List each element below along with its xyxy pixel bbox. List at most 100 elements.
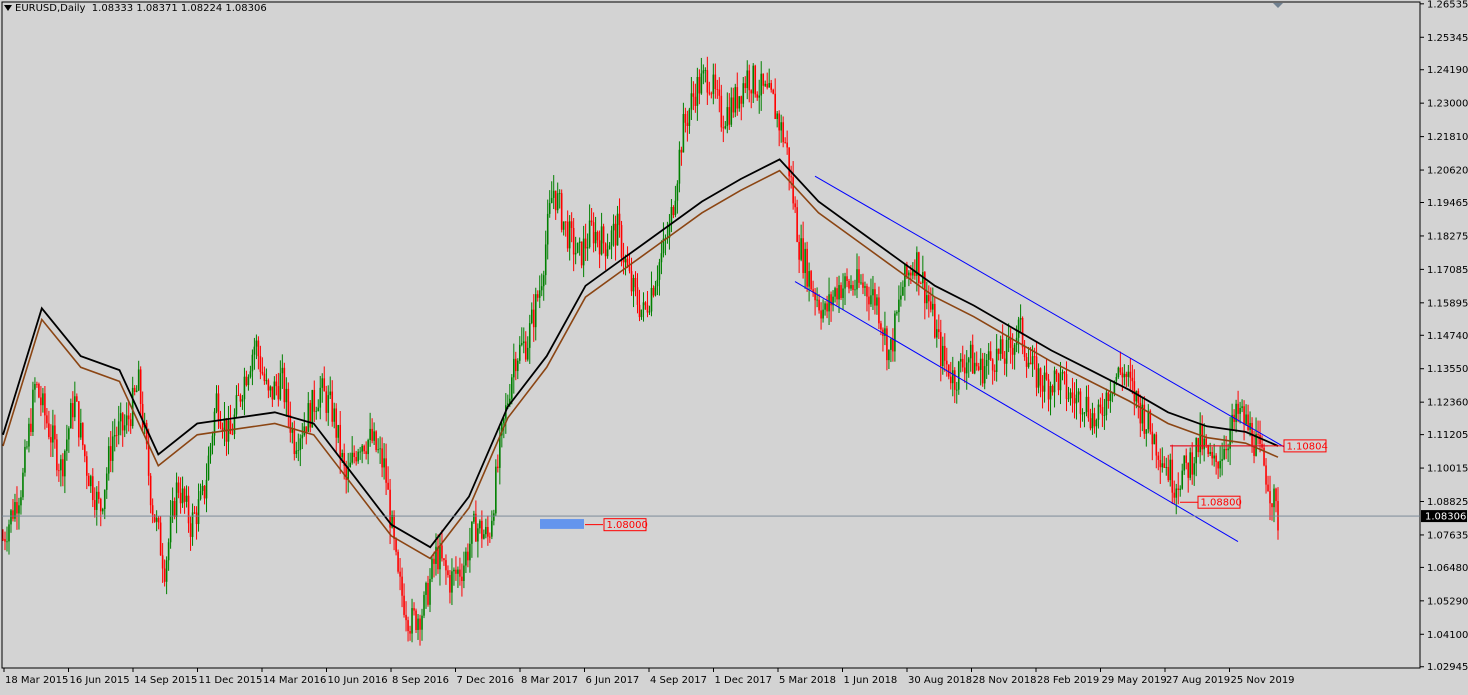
candle-body — [868, 296, 870, 305]
candle-body — [459, 569, 461, 577]
level-label: 1.10804 — [1287, 441, 1328, 452]
candle-body — [953, 370, 956, 390]
candle-body — [24, 446, 26, 473]
candle-body — [1213, 455, 1215, 459]
candle-body — [429, 578, 431, 605]
candle-body — [756, 94, 759, 98]
candle-body — [333, 408, 336, 422]
candle-body — [798, 241, 800, 260]
candle-body — [654, 286, 657, 296]
candle-body — [692, 93, 695, 97]
candle-body — [758, 95, 761, 98]
candle-body — [995, 348, 998, 372]
candle-body — [604, 243, 607, 257]
candle-body — [688, 109, 691, 126]
candle-body — [387, 482, 389, 490]
candle-body — [818, 299, 820, 311]
candle-body — [12, 510, 14, 519]
candle-body — [327, 395, 330, 413]
candle-body — [1203, 438, 1205, 450]
candle-body — [1051, 386, 1054, 393]
candle-body — [947, 364, 950, 377]
candle-body — [820, 310, 822, 319]
candle-body — [608, 245, 611, 250]
y-tick-label: 1.11205 — [1427, 430, 1468, 441]
candle-body — [928, 295, 930, 302]
candle-body — [554, 190, 557, 211]
candle-body — [528, 323, 531, 348]
candle-body — [181, 488, 184, 504]
candle-body — [566, 221, 569, 249]
candle-body — [367, 440, 369, 455]
candle-body — [115, 435, 118, 436]
price-chart[interactable]: 1.26535 1.25345 1.24190 1.23000 1.21810 1.206… — [0, 0, 1468, 691]
candle-body — [548, 203, 551, 214]
candle-body — [255, 340, 258, 347]
candle-body — [16, 502, 18, 514]
candle-body — [339, 424, 342, 458]
candle-body — [407, 620, 409, 632]
x-tick-label: 1 Dec 2017 — [715, 675, 773, 686]
candle-body — [826, 303, 828, 312]
candle-body — [716, 89, 719, 90]
candle-body — [309, 403, 312, 428]
candle-body — [95, 491, 98, 510]
candle-body — [319, 387, 322, 408]
candle-body — [287, 388, 290, 416]
candle-body — [592, 222, 595, 244]
dropdown-arrow-icon[interactable] — [4, 5, 12, 11]
candle-body — [235, 395, 238, 415]
candle-body — [576, 242, 579, 253]
candle-body — [203, 485, 206, 499]
candle-body — [918, 252, 920, 284]
candle-body — [1171, 459, 1174, 493]
candle-body — [985, 360, 988, 367]
candle-body — [959, 358, 962, 362]
candle-body — [522, 341, 525, 344]
candle-body — [1217, 461, 1219, 469]
candle-body — [674, 200, 677, 216]
candle-body — [415, 610, 417, 630]
candle-body — [706, 70, 709, 93]
y-tick-label: 1.26535 — [1427, 0, 1468, 10]
candle-body — [536, 294, 539, 298]
candle-body — [632, 277, 635, 292]
candle-body — [201, 485, 204, 492]
candle-body — [22, 472, 24, 498]
candle-body — [794, 203, 796, 208]
candle-body — [780, 122, 782, 131]
candle-body — [560, 193, 563, 230]
candle-body — [876, 297, 878, 306]
candle-body — [696, 77, 699, 106]
candle-body — [532, 309, 535, 328]
candle-body — [117, 421, 120, 436]
candle-body — [363, 445, 365, 452]
candle-body — [1163, 463, 1166, 468]
candle-body — [1247, 414, 1249, 430]
candle-body — [951, 370, 954, 384]
candle-body — [495, 466, 497, 514]
candle-body — [1063, 371, 1066, 375]
candle-body — [141, 403, 144, 428]
candle-body — [355, 457, 357, 462]
candle-body — [275, 381, 278, 387]
candle-body — [788, 147, 790, 177]
candle-body — [1019, 318, 1022, 320]
x-tick-label: 7 Dec 2016 — [457, 675, 515, 686]
y-tick-label: 1.23000 — [1427, 99, 1468, 110]
candle-body — [961, 358, 964, 368]
candle-body — [686, 122, 689, 126]
candle-body — [932, 303, 934, 310]
candle-body — [321, 378, 324, 388]
candle-body — [38, 384, 40, 398]
candle-body — [1271, 503, 1273, 508]
candle-body — [207, 455, 210, 480]
candle-body — [1199, 424, 1201, 453]
chart-area[interactable]: EURUSD,Daily 1.08333 1.08371 1.08224 1.0… — [0, 0, 1468, 691]
candle-body — [443, 558, 445, 561]
candle-body — [1009, 338, 1012, 348]
candle-body — [1101, 407, 1104, 416]
candle-body — [748, 70, 751, 91]
candle-body — [714, 74, 717, 90]
candle-body — [840, 285, 842, 298]
